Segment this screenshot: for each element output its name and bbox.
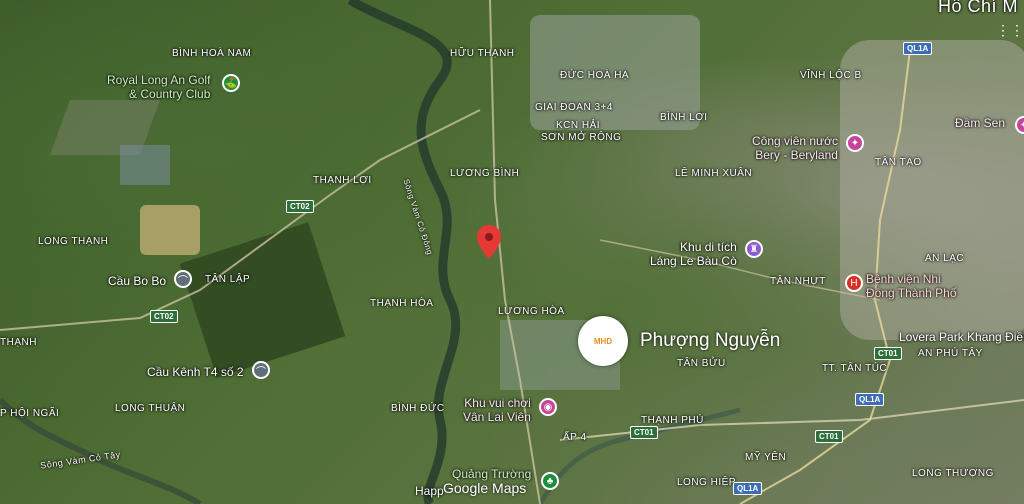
label-thanh-phu: THẠNH PHÚ [641,415,704,426]
poi-khu-di-tich-line2: Láng Le Bàu Cò [650,254,737,268]
road-shield-ct02: CT02 [286,200,314,213]
road-tan-nhut [599,239,881,301]
poi-cong-vien-nuoc-line1: Công viên nước [752,134,838,148]
poi-khu-vui-choi[interactable]: Khu vui chơi Vân Lai Viên [463,396,531,424]
label-tan-buu: TÂN BỬU [677,358,726,369]
bridge-icon[interactable]: ⌒ [252,361,270,379]
poi-royal-long-an-line2: & Country Club [129,87,211,101]
poi-cong-vien-nuoc[interactable]: Công viên nước Bery - Beryland [752,134,838,162]
poi-dam-sen[interactable]: Đầm Sen [955,116,1005,130]
label-my-yen: MỸ YÊN [745,452,787,463]
label-luong-binh: LƯƠNG BÌNH [450,168,520,179]
road-shield-ql1a: QL1A [855,393,885,406]
label-binh-hoa-nam: BÌNH HOÀ NAM [172,48,252,59]
road-shield-ct02: CT02 [150,310,178,323]
tree-icon[interactable]: ♣ [541,472,559,490]
label-long-hiep: LONG HIỆP [677,477,736,488]
label-huu-thanh: HỮU THẠNH [450,48,515,59]
label-long-thanh: LONG THẠNH [38,236,109,247]
road-shield-ct01: CT01 [874,347,902,360]
poi-benh-vien-line1: Bệnh viện Nhi [866,272,941,286]
label-ap-4: ẤP 4 [563,432,587,443]
apps-grid-icon[interactable]: ⋮⋮ [996,22,1024,39]
golf-icon[interactable]: ⛳ [222,74,240,92]
poi-benh-vien-line2: Đồng Thành Phố [866,286,957,300]
bridge-icon[interactable]: ⌒ [174,270,192,288]
label-kcn-hai: KCN HẢI [556,120,601,131]
road-shield-ql1a: QL1A [733,482,763,495]
road-ct02 [0,109,481,331]
label-binh-loi: BÌNH LỢI [660,112,708,123]
google-maps-attribution: Google Maps [443,480,527,496]
label-tan-lap: TÂN LẬP [205,274,251,285]
label-duc-hoa-ha: ĐỨC HOÀ HẠ [560,70,630,81]
label-binh-duc: BÌNH ĐỨC [391,403,445,414]
monument-icon[interactable]: ♜ [745,240,763,258]
poi-royal-long-an[interactable]: Royal Long An Golf & Country Club [107,73,210,101]
label-an-phu-tay: AN PHÚ TÂY [918,348,983,359]
label-thanh-loi: THẠNH LỢI [313,175,372,186]
road-shield-ct01: CT01 [815,430,843,443]
label-thanh-left: THẠNH [0,337,37,348]
poi-lovera[interactable]: Lovera Park Khang Điền [899,330,1024,344]
poi-cong-vien-nuoc-line2: Bery - Beryland [755,148,838,162]
road-shield-ql1a: QL1A [903,42,933,55]
label-long-thuan: LONG THUẬN [115,403,186,414]
road-shield-ct01: CT01 [630,426,658,439]
river-vam-co-dong [347,0,461,504]
poi-quang-truong[interactable]: Quảng Trường [452,467,531,481]
poi-khu-di-tich-line1: Khu di tích [680,240,737,254]
camera-icon[interactable]: ◉ [539,398,557,416]
label-long-thuong: LONG THƯỢNG [912,468,994,479]
poi-khu-vui-choi-line1: Khu vui chơi [464,396,531,410]
map-canvas[interactable]: BÌNH HOÀ NAM HỮU THẠNH ĐỨC HOÀ HẠ GIAI Đ… [0,0,1024,504]
brand-logo: MHD [578,316,628,366]
label-hoi-ngai: P HỘI NGÃI [0,408,60,419]
label-le-minh-xuan: LÊ MINH XUÂN [675,168,753,179]
label-giai-doan: GIAI ĐOẠN 3+4 [535,102,613,113]
label-an-lac: AN LẠC [925,253,965,264]
attraction-icon[interactable]: ✦ [846,134,864,152]
label-tan-tao: TÂN TẠO [875,157,922,168]
label-tan-nhut: TÂN NHỰT [770,276,826,287]
label-luong-hoa: LƯƠNG HÒA [498,306,565,317]
location-marker-icon[interactable] [477,225,501,259]
label-ho-chi: Hồ Chí M [938,0,1019,16]
poi-khu-di-tich[interactable]: Khu di tích Láng Le Bàu Cò [650,240,737,268]
label-son-mo-rong: SƠN MỞ RỘNG [541,132,622,143]
brand-name: Phượng Nguyễn [640,330,781,351]
hospital-icon[interactable]: H [845,274,863,292]
label-vinh-loc-b: VĨNH LỘC B [800,70,862,81]
poi-royal-long-an-line1: Royal Long An Golf [107,73,211,87]
poi-benh-vien[interactable]: Bệnh viện Nhi Đồng Thành Phố [866,272,957,300]
poi-cau-bo-bo[interactable]: Cầu Bo Bo [108,274,166,288]
happ-label: Happ [415,484,444,498]
poi-cau-kenh[interactable]: Cầu Kênh T4 số 2 [147,365,244,379]
label-thanh-hoa: THẠNH HÒA [370,298,434,309]
poi-khu-vui-choi-line2: Vân Lai Viên [463,410,531,424]
label-tt-tan-tuc: TT. TÂN TÚC [822,363,888,374]
